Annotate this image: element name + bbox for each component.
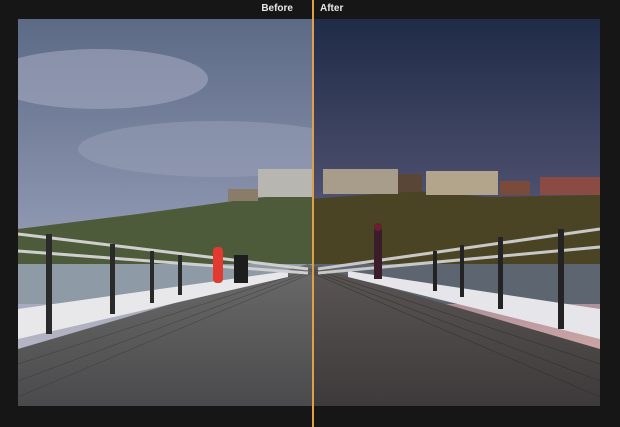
before-after-divider-handle[interactable] [312, 0, 314, 427]
before-label: Before [261, 3, 293, 14]
before-image [18, 19, 312, 406]
after-image [312, 19, 600, 406]
after-label: After [320, 3, 344, 14]
comparison-viewport [18, 19, 600, 406]
